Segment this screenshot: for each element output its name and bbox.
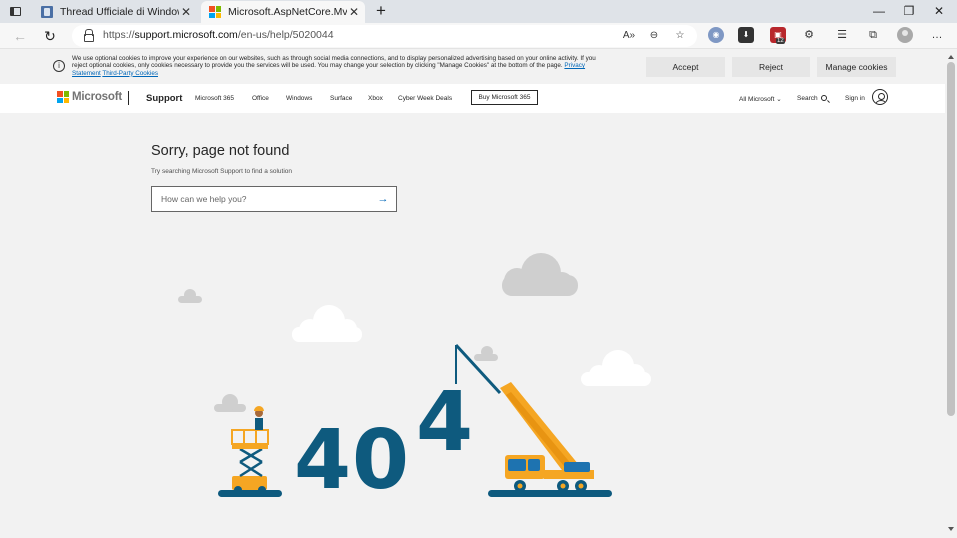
extension-search-icon[interactable]: ◉ bbox=[708, 27, 724, 43]
browser-tab-microsoft-support[interactable]: Microsoft.AspNetCore.Mvc.Locali ✕ bbox=[201, 1, 365, 23]
url-text[interactable]: https://support.microsoft.com/en-us/help… bbox=[103, 29, 334, 41]
third-party-cookies-link[interactable]: Third-Party Cookies bbox=[102, 70, 158, 77]
digit-zero: 0 bbox=[352, 413, 409, 508]
favorite-add-icon[interactable]: ☆ bbox=[672, 28, 688, 44]
header-divider bbox=[128, 91, 129, 105]
search-label: Search bbox=[797, 95, 818, 102]
maximize-button[interactable]: ❐ bbox=[894, 0, 924, 23]
new-tab-button[interactable]: + bbox=[372, 2, 390, 20]
address-bar[interactable]: https://support.microsoft.com/en-us/help… bbox=[72, 25, 697, 47]
tab-actions-button[interactable] bbox=[6, 3, 24, 20]
minimize-button[interactable]: — bbox=[864, 0, 894, 23]
tab-actions-icon bbox=[10, 7, 21, 16]
cloud-white-right bbox=[581, 350, 651, 386]
help-search-input[interactable] bbox=[152, 187, 370, 211]
scroll-up-icon[interactable] bbox=[948, 55, 954, 59]
zoom-icon[interactable]: ⊖ bbox=[646, 28, 662, 44]
digit-four-hanging: 4 bbox=[416, 375, 473, 470]
microsoft-logo-icon[interactable] bbox=[57, 91, 69, 103]
all-microsoft-menu[interactable]: All Microsoft ⌄ bbox=[739, 95, 782, 103]
manage-cookies-button[interactable]: Manage cookies bbox=[817, 57, 896, 77]
lock-icon[interactable] bbox=[84, 29, 94, 42]
support-link[interactable]: Support bbox=[146, 93, 182, 104]
extension-badge: 12 bbox=[776, 38, 785, 44]
nav-xbox[interactable]: Xbox bbox=[368, 95, 383, 102]
cloud-grey-small-crane bbox=[474, 346, 498, 361]
search-icon bbox=[820, 95, 827, 101]
extensions-puzzle-icon[interactable]: ⚙ bbox=[801, 27, 817, 43]
cloud-grey-small-mid bbox=[214, 394, 246, 412]
profile-icon[interactable] bbox=[897, 27, 913, 43]
crane-truck bbox=[454, 343, 612, 497]
help-search-box: → bbox=[151, 186, 397, 212]
cloud-grey-small-left bbox=[178, 289, 202, 303]
window-close-button[interactable]: ✕ bbox=[924, 0, 954, 23]
collections-icon[interactable]: ⧉ bbox=[865, 27, 881, 43]
page-title: Sorry, page not found bbox=[151, 143, 290, 159]
reject-cookies-button[interactable]: Reject bbox=[732, 57, 810, 77]
digit-four-left: 4 bbox=[294, 413, 351, 508]
info-icon: i bbox=[53, 60, 65, 72]
browser-tab-strip: Thread Ufficiale di Windows 11 - ✕ Micro… bbox=[0, 0, 957, 23]
accept-cookies-button[interactable]: Accept bbox=[646, 57, 725, 77]
tab-title: Thread Ufficiale di Windows 11 - bbox=[60, 6, 179, 18]
sign-in-link[interactable]: Sign in bbox=[845, 95, 865, 102]
error-404-illustration: 4 0 4 bbox=[178, 253, 651, 508]
tab-close-icon[interactable]: ✕ bbox=[347, 5, 361, 19]
forum-favicon-icon bbox=[41, 6, 53, 18]
vertical-scrollbar[interactable] bbox=[945, 50, 957, 538]
browser-tab-windows-forum[interactable]: Thread Ufficiale di Windows 11 - ✕ bbox=[33, 1, 197, 23]
scroll-down-icon[interactable] bbox=[948, 527, 954, 531]
nav-microsoft-365[interactable]: Microsoft 365 bbox=[195, 95, 234, 102]
url-host: support.microsoft.com bbox=[134, 29, 238, 41]
buy-microsoft-365-button[interactable]: Buy Microsoft 365 bbox=[471, 90, 538, 105]
nav-office[interactable]: Office bbox=[252, 95, 269, 102]
arrow-right-icon[interactable]: → bbox=[376, 191, 390, 207]
tab-title: Microsoft.AspNetCore.Mvc.Locali bbox=[228, 6, 347, 18]
url-path: /en-us/help/5020044 bbox=[237, 29, 334, 41]
url-scheme: https:// bbox=[103, 29, 135, 41]
nav-cyber-week-deals[interactable]: Cyber Week Deals bbox=[398, 95, 452, 102]
tab-close-icon[interactable]: ✕ bbox=[179, 5, 193, 19]
scissor-lift bbox=[218, 406, 282, 497]
read-aloud-icon[interactable]: A» bbox=[621, 28, 637, 44]
cookie-text: We use optional cookies to improve your … bbox=[72, 55, 602, 77]
back-button[interactable]: ← bbox=[10, 26, 30, 46]
microsoft-wordmark[interactable]: Microsoft bbox=[72, 91, 122, 103]
scrollbar-thumb[interactable] bbox=[947, 62, 955, 416]
cloud-grey-large bbox=[502, 253, 578, 296]
nav-windows[interactable]: Windows bbox=[286, 95, 312, 102]
header-search[interactable]: Search bbox=[797, 95, 827, 102]
refresh-button[interactable]: ↻ bbox=[40, 26, 60, 46]
account-icon[interactable] bbox=[872, 89, 888, 105]
chevron-down-icon: ⌄ bbox=[776, 96, 782, 103]
microsoft-logo-icon bbox=[209, 6, 221, 18]
cookie-message: We use optional cookies to improve your … bbox=[72, 55, 596, 70]
cloud-white-left bbox=[292, 305, 362, 342]
nav-surface[interactable]: Surface bbox=[330, 95, 352, 102]
extension-download-icon[interactable]: ⬇ bbox=[738, 27, 754, 43]
favorites-icon[interactable]: ☰ bbox=[834, 27, 850, 43]
all-microsoft-label: All Microsoft bbox=[739, 96, 775, 103]
more-icon[interactable]: … bbox=[929, 27, 945, 43]
page-subtitle: Try searching Microsoft Support to find … bbox=[151, 168, 293, 175]
